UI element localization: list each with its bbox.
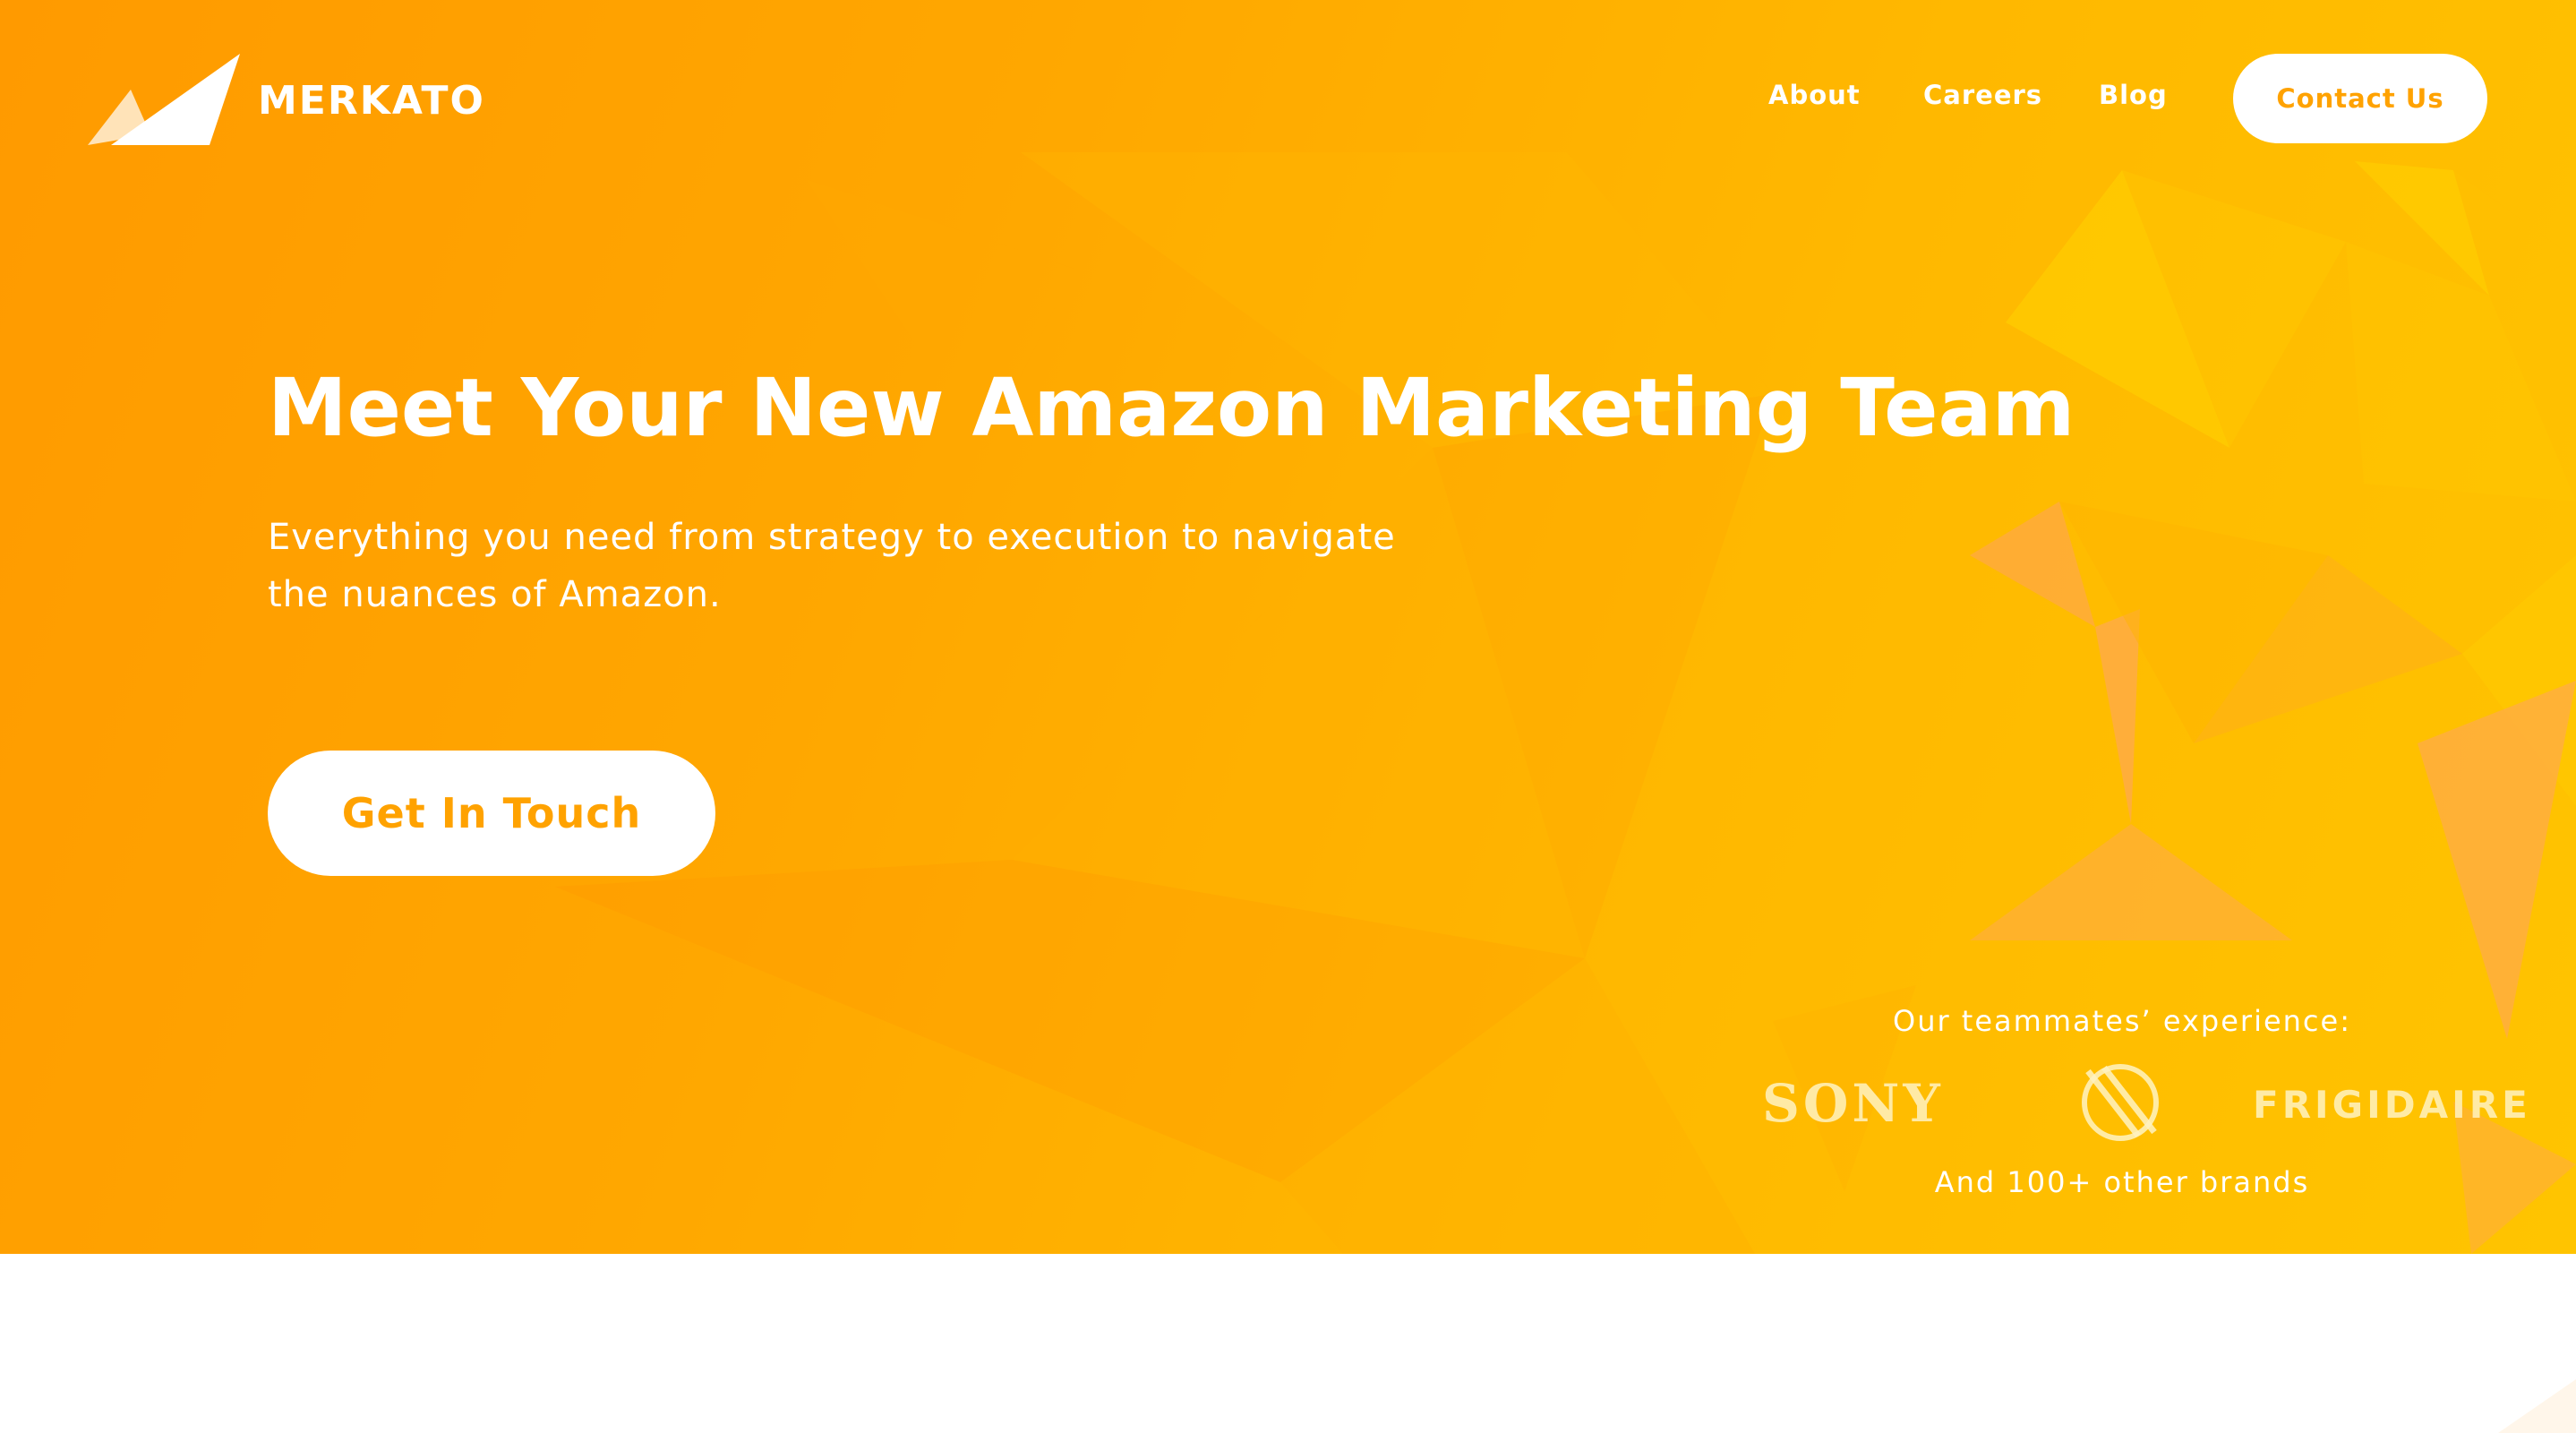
low-poly-background (555, 152, 2576, 1254)
sony-logo: SONY (1762, 1073, 1944, 1134)
nav-about[interactable]: About (1768, 77, 1861, 113)
brands-footnote: And 100+ other brands (1934, 1165, 2310, 1199)
hero-subheadline: Everything you need from strategy to exe… (268, 517, 1396, 615)
mountain-peaks-logo[interactable] (88, 54, 240, 145)
decorative-corner-shape (2498, 1379, 2576, 1433)
slashed-circle-brand-icon (2082, 1064, 2159, 1141)
brand-name[interactable]: MERKATO (258, 76, 485, 126)
nav-careers[interactable]: Careers (1923, 77, 2042, 113)
frigidaire-logo: FRIGIDAIRE (2253, 1083, 2531, 1127)
get-in-touch-button[interactable]: Get In Touch (268, 751, 715, 876)
hero-headline: Meet Your New Amazon Marketing Team (268, 361, 2075, 454)
hero-section: MERKATO About Careers Blog Contact Us Me… (0, 0, 2576, 1254)
nav-blog[interactable]: Blog (2099, 77, 2168, 113)
brands-caption: Our teammates’ experience: (1893, 1004, 2351, 1038)
contact-us-button[interactable]: Contact Us (2233, 54, 2487, 143)
